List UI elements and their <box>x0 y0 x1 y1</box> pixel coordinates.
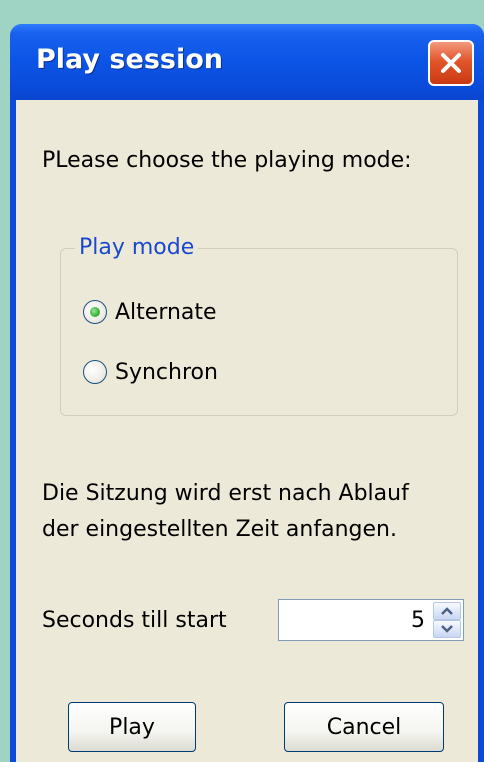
mode-prompt: PLease choose the playing mode: <box>42 148 412 173</box>
play-session-window: Play session PLease choose the playing m… <box>10 24 484 762</box>
info-line-2: der eingestellten Zeit anfangen. <box>42 517 397 542</box>
chevron-up-icon <box>441 607 453 615</box>
spin-up-button[interactable] <box>433 602 461 620</box>
radio-synchron-indicator[interactable] <box>83 360 107 384</box>
start-info-text: Die Sitzung wird erst nach Ablauf der ei… <box>42 476 409 548</box>
spin-down-button[interactable] <box>433 620 461 638</box>
dialog-body: PLease choose the playing mode: Play mod… <box>16 100 478 762</box>
window-title: Play session <box>36 44 223 75</box>
seconds-input[interactable] <box>279 600 431 640</box>
play-mode-group: Play mode Alternate Synchron <box>60 235 458 416</box>
radio-synchron-label[interactable]: Synchron <box>115 360 218 385</box>
radio-synchron[interactable]: Synchron <box>83 357 218 387</box>
play-button[interactable]: Play <box>68 702 196 752</box>
close-icon <box>441 53 461 73</box>
info-line-1: Die Sitzung wird erst nach Ablauf <box>42 481 409 506</box>
title-bar[interactable]: Play session <box>10 24 484 100</box>
seconds-spinner[interactable] <box>278 599 464 641</box>
cancel-button[interactable]: Cancel <box>284 702 444 752</box>
spinner-buttons <box>433 602 461 638</box>
radio-alternate-indicator[interactable] <box>83 300 107 324</box>
radio-alternate-label[interactable]: Alternate <box>115 300 217 325</box>
radio-alternate[interactable]: Alternate <box>83 297 217 327</box>
play-mode-legend: Play mode <box>75 235 199 260</box>
seconds-label: Seconds till start <box>42 608 227 633</box>
close-button[interactable] <box>428 40 474 86</box>
chevron-down-icon <box>441 625 453 633</box>
